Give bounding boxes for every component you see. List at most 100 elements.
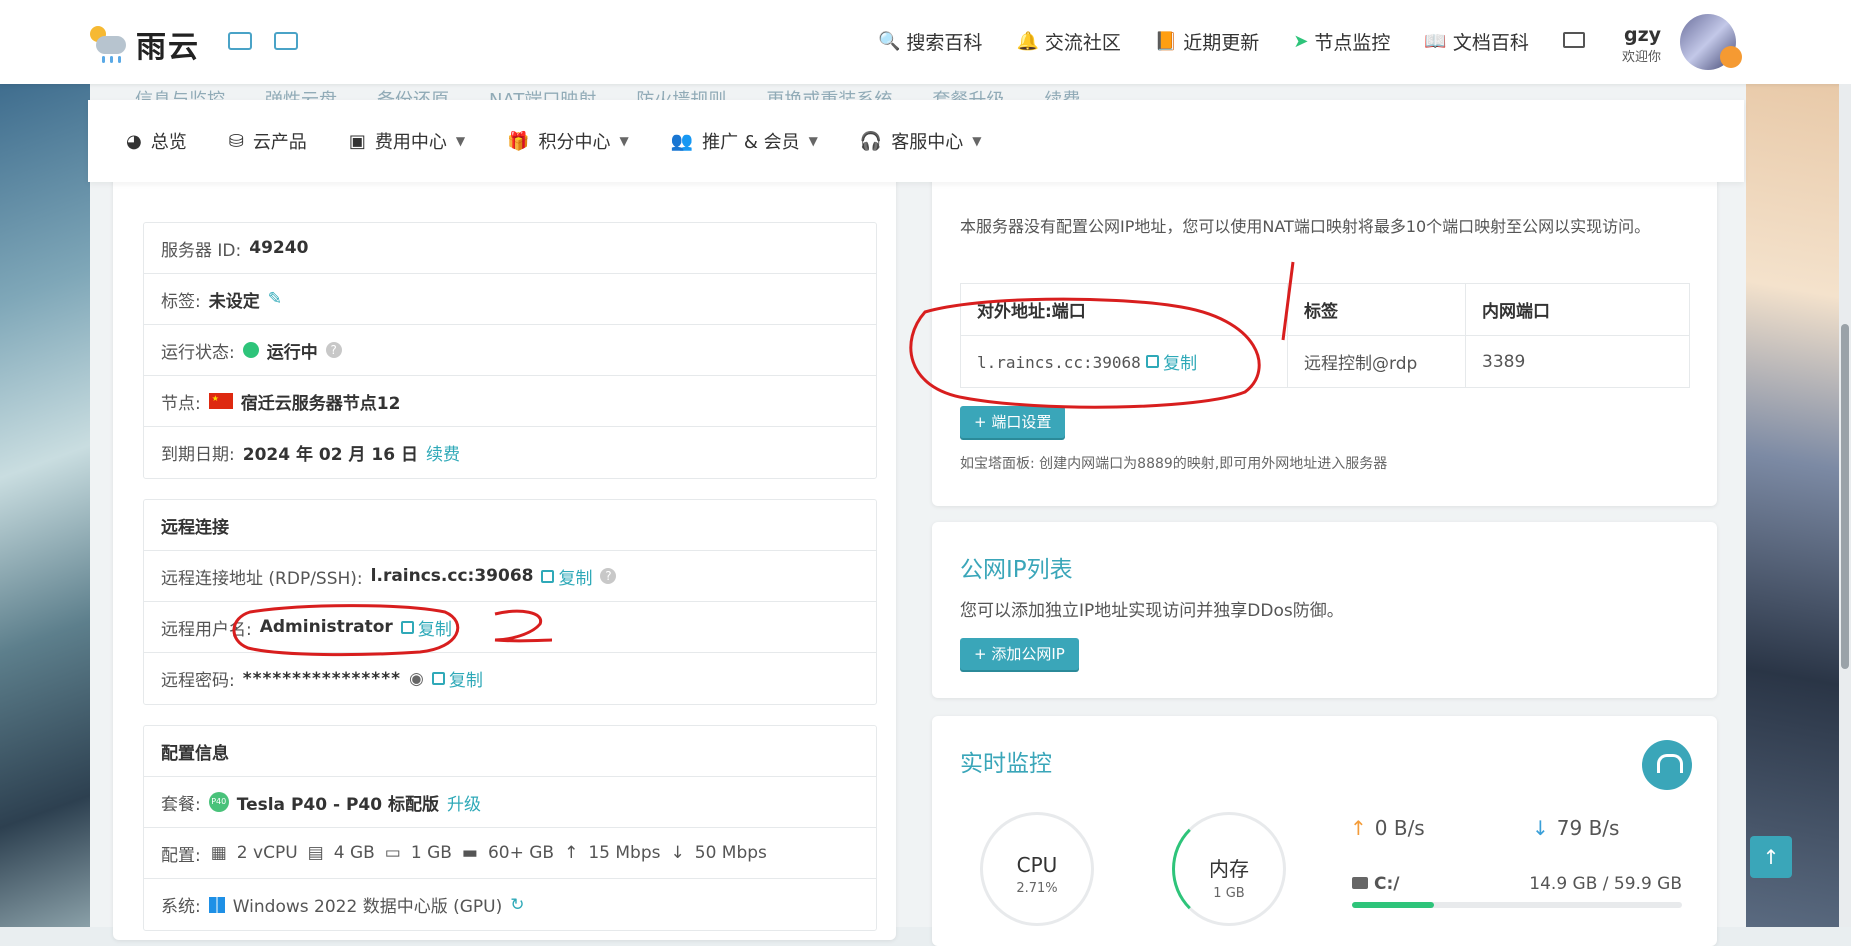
user-welcome: 欢迎你 <box>1622 50 1662 65</box>
nav-support[interactable]: 🎧 客服中心 ▼ <box>860 128 982 154</box>
upgrade-link[interactable]: 升级 <box>447 790 481 815</box>
remote-pass: **************** <box>242 668 401 689</box>
mail-icon[interactable] <box>1563 32 1585 48</box>
location-icon: ➤ <box>1293 31 1309 52</box>
site-logo[interactable]: 雨云 <box>86 22 200 66</box>
page-scrollbar[interactable] <box>1839 84 1851 927</box>
p40-badge: P40 <box>208 792 229 812</box>
logo-text: 雨云 <box>136 30 200 65</box>
add-public-ip-button[interactable]: + 添加公网IP <box>960 638 1079 670</box>
help-icon[interactable]: ? <box>600 568 617 584</box>
port-settings-button[interactable]: + 端口设置 <box>960 406 1066 438</box>
config-group: 配置信息 套餐: P40 Tesla P40 - P40 标配版 升级 配置: ▦ 2 … <box>143 725 877 931</box>
edit-icon[interactable]: ✎ <box>268 289 282 309</box>
nat-card: NAT端口映射管理 本服务器没有配置公网IP地址，您可以使用NAT端口映射将最多… <box>932 150 1717 506</box>
nat-hint: 如宝塔面板: 创建内网端口为8889的映射,即可用外网地址进入服务器 <box>960 456 1388 472</box>
running-icon <box>242 342 259 358</box>
nav-community[interactable]: 🔔 交流社区 <box>1016 28 1120 55</box>
disk-bar-fill <box>1352 902 1435 908</box>
nat-port: 3389 <box>1465 335 1690 388</box>
copy-icon <box>400 620 414 634</box>
memory-gauge: 内存 1 GB <box>1172 812 1286 926</box>
remote-addr-row: 远程连接地址 (RDP/SSH): l.raincs.cc:39068 复制? <box>144 551 876 602</box>
cpu-icon: ▦ <box>210 843 227 863</box>
weather-cloud-icon <box>86 24 130 64</box>
disk-bar <box>1352 902 1682 908</box>
copy-nat-button[interactable]: 复制 <box>1146 349 1197 374</box>
remote-user: Administrator <box>259 617 393 637</box>
background-art-right <box>1746 84 1851 927</box>
arrow-down-icon: ↓ <box>1532 816 1549 840</box>
server-expire-row: 到期日期: 2024 年 02 月 16 日续费 <box>144 427 876 478</box>
dashboard-icon: ◕ <box>126 130 142 152</box>
avatar[interactable] <box>1680 14 1742 70</box>
nav-docs[interactable]: 📖 文档百科 <box>1424 28 1528 55</box>
public-ip-description: 您可以添加独立IP地址实现访问并独享DDos防御。 <box>960 601 1344 621</box>
cpu-value: 2.71% <box>1016 881 1058 896</box>
remote-group: 远程连接 远程连接地址 (RDP/SSH): l.raincs.cc:39068 复… <box>143 499 877 705</box>
search-icon: 🔍 <box>878 31 901 52</box>
server-tag-row: 标签: 未设定 ✎ <box>144 274 876 325</box>
remote-pass-row: 远程密码: **************** ◉ 复制 <box>144 653 876 704</box>
user-menu[interactable]: gzy 欢迎你 <box>1622 24 1661 65</box>
copy-icon <box>431 672 445 685</box>
money-icon: ▣ <box>348 130 366 152</box>
image-icon[interactable] <box>228 32 252 50</box>
plan-name: Tesla P40 - P40 标配版 <box>236 794 439 815</box>
help-icon[interactable]: ? <box>325 342 342 358</box>
nat-description: 本服务器没有配置公网IP地址，您可以使用NAT端口映射将最多10个端口映射至公网… <box>960 217 1651 236</box>
nav-cloud-products[interactable]: ⛁ 云产品 <box>229 128 307 154</box>
copy-icon <box>1146 355 1160 368</box>
server-status: 运行中 <box>266 342 318 363</box>
chevron-down-icon: ▼ <box>972 134 982 148</box>
renew-link[interactable]: 续费 <box>426 440 460 465</box>
copy-icon <box>541 569 555 583</box>
users-icon: 👥 <box>670 130 694 152</box>
nav-updates[interactable]: 📙 近期更新 <box>1155 28 1259 55</box>
headset-icon: 🎧 <box>859 130 883 152</box>
server-id-row: 服务器 ID: 49240 <box>144 223 876 274</box>
spec-row: 配置: ▦ 2 vCPU ▤ 4 GB ▭ 1 GB ▬ 60+ GB ↑ 15 Mbps… <box>144 828 876 879</box>
main-nav: ◕ 总览 ⛁ 云产品 ▣ 费用中心 ▼ 🎁 积分中心 ▼ 👥 推广 & 会员 ▼ 🎧 客服中心 ▼ <box>88 100 1744 182</box>
public-ip-title: 公网IP列表 <box>960 557 1073 583</box>
headset-icon[interactable] <box>1642 740 1692 790</box>
nav-points[interactable]: 🎁 积分中心 ▼ <box>507 128 629 154</box>
server-info-group: 服务器 ID:49240 标签:未设定✎ 运行状态:运行中? 节点:宿迁云服务器… <box>143 222 877 479</box>
update-icon: 📙 <box>1154 31 1178 52</box>
nav-affiliate[interactable]: 👥 推广 & 会员 ▼ <box>671 128 818 154</box>
memory-value: 1 GB <box>1213 886 1245 901</box>
server-node-row: 节点:宿迁云服务器节点12 <box>144 376 876 427</box>
nav-node-monitor[interactable]: ➤ 节点监控 <box>1293 28 1390 55</box>
col-port: 内网端口 <box>1465 283 1690 336</box>
china-flag-icon <box>208 393 233 409</box>
user-name: gzy <box>1623 24 1662 46</box>
expire-date: 2024 年 02 月 16 日 <box>242 445 418 465</box>
chevron-down-icon: ▼ <box>808 134 818 148</box>
download-rate: ↓ 79 B/s <box>1532 816 1620 840</box>
refresh-icon[interactable]: ↻ <box>510 895 524 915</box>
nav-billing[interactable]: ▣ 费用中心 ▼ <box>349 128 465 154</box>
plan-row: 套餐: P40 Tesla P40 - P40 标配版 升级 <box>144 777 876 828</box>
arrow-up-icon: ↑ <box>564 843 579 863</box>
bell-icon: 🔔 <box>1016 31 1039 52</box>
copy-pass-button[interactable]: 复制 <box>431 666 483 691</box>
server-info-card: 服务器信息 服务器 ID: 49240 标签: 未设定 ✎ 运行状态: 运行中? 节点:… <box>113 150 896 940</box>
disk-icon: ▬ <box>461 843 478 863</box>
nav-search-wiki[interactable]: 🔍 搜索百科 <box>878 28 982 55</box>
cpu-gauge: CPU 2.71% <box>980 812 1094 926</box>
disk-usage: C:/14.9 GB / 59.9 GB <box>1352 874 1682 908</box>
translate-icon[interactable] <box>274 32 298 50</box>
top-header: 雨云 🔍 搜索百科 🔔 交流社区 📙 近期更新 ➤ 节点监控 📖 文档百科 gzy 欢迎你 <box>0 0 1851 84</box>
nav-overview[interactable]: ◕ 总览 <box>126 128 187 154</box>
copy-user-button[interactable]: 复制 <box>400 615 452 640</box>
chevron-down-icon: ▼ <box>455 134 466 148</box>
gift-icon: 🎁 <box>507 130 530 152</box>
eye-icon[interactable]: ◉ <box>409 669 424 689</box>
col-addr: 对外地址:端口 <box>960 283 1288 336</box>
windows-icon <box>208 896 225 913</box>
hdd-icon <box>1352 877 1368 889</box>
copy-addr-button[interactable]: 复制 <box>541 564 592 589</box>
server-tag: 未设定 <box>208 291 260 312</box>
scrollbar-thumb[interactable] <box>1841 324 1849 669</box>
back-to-top-button[interactable]: ↑ <box>1750 836 1792 878</box>
